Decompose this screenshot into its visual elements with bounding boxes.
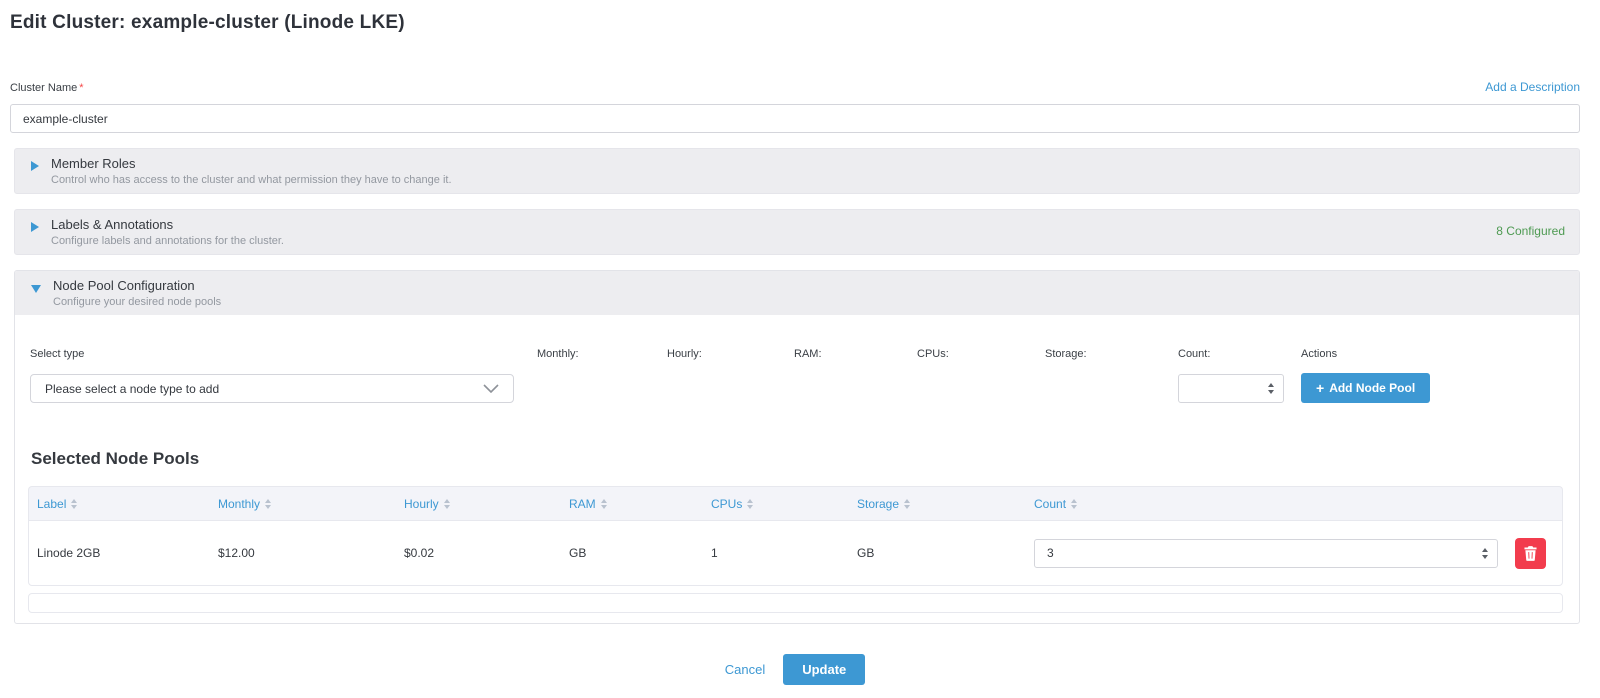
add-node-pool-button[interactable]: + Add Node Pool [1301,373,1430,403]
monthly-column-label: Monthly: [537,348,667,374]
table-header-label[interactable]: Label [29,497,210,511]
expand-triangle-icon [31,222,39,232]
cell-cpus: 1 [703,546,849,560]
update-button[interactable]: Update [783,654,865,685]
cluster-name-label: Cluster Name* [10,82,84,94]
row-count-stepper[interactable] [1480,546,1490,561]
header-label-text: Label [37,497,66,511]
cell-label: Linode 2GB [29,546,210,560]
cell-ram: GB [561,546,703,560]
cell-monthly: $12.00 [210,546,396,560]
cluster-name-label-text: Cluster Name [10,82,77,94]
row-count-value: 3 [1047,546,1054,560]
add-node-pool-button-label: Add Node Pool [1329,381,1415,395]
section-labels-annotations[interactable]: Labels & Annotations Configure labels an… [14,209,1580,255]
select-type-label: Select type [30,348,537,374]
node-pool-configuration-panel: Node Pool Configuration Configure your d… [14,270,1580,624]
table-header-hourly[interactable]: Hourly [396,497,561,511]
header-count-text: Count [1034,497,1066,511]
pool-count-input[interactable] [1178,374,1284,403]
sort-icon [444,499,450,509]
cluster-name-block: Cluster Name* Add a Description [10,80,1580,133]
selected-node-pools-table: Label Monthly Hourly RAM CPUs Storage Co… [28,486,1563,613]
cell-hourly: $0.02 [396,546,561,560]
trash-icon [1524,546,1537,561]
cluster-name-input[interactable] [10,104,1580,133]
header-monthly-text: Monthly [218,497,260,511]
count-stepper[interactable] [1266,381,1276,396]
delete-pool-button[interactable] [1515,538,1546,569]
cpus-column-label: CPUs: [917,348,1045,374]
table-header-count[interactable]: Count [1026,497,1507,511]
plus-icon: + [1316,383,1324,393]
member-roles-title: Member Roles [51,156,452,171]
expand-triangle-icon [31,161,39,171]
collapse-triangle-icon [31,285,41,293]
table-header-storage[interactable]: Storage [849,497,1026,511]
add-description-link[interactable]: Add a Description [1485,80,1580,94]
sort-icon [265,499,271,509]
section-member-roles[interactable]: Member Roles Control who has access to t… [14,148,1580,194]
header-storage-text: Storage [857,497,899,511]
table-header-row: Label Monthly Hourly RAM CPUs Storage Co… [28,486,1563,520]
footer-actions: Cancel Update [10,654,1580,685]
table-footer-strip [28,593,1563,613]
table-header-ram[interactable]: RAM [561,497,703,511]
required-asterisk: * [79,82,83,94]
sort-icon [904,499,910,509]
header-cpus-text: CPUs [711,497,742,511]
sort-icon [1071,499,1077,509]
sort-icon [71,499,77,509]
sort-icon [747,499,753,509]
cancel-button[interactable]: Cancel [725,662,765,677]
table-header-monthly[interactable]: Monthly [210,497,396,511]
storage-column-label: Storage: [1045,348,1178,374]
ram-column-label: RAM: [794,348,917,374]
hourly-column-label: Hourly: [667,348,794,374]
cell-storage: GB [849,546,1026,560]
configured-count-badge: 8 Configured [1496,224,1565,238]
table-header-cpus[interactable]: CPUs [703,497,849,511]
node-type-select[interactable]: Please select a node type to add [30,374,514,403]
section-node-pool-configuration[interactable]: Node Pool Configuration Configure your d… [15,271,1579,315]
node-pool-subtitle: Configure your desired node pools [53,296,221,308]
selected-node-pools-heading: Selected Node Pools [31,449,1579,469]
edit-cluster-page: Edit Cluster: example-cluster (Linode LK… [0,0,1600,685]
node-pool-title: Node Pool Configuration [53,278,221,293]
header-ram-text: RAM [569,497,596,511]
sort-icon [601,499,607,509]
chevron-down-icon [483,384,499,393]
count-column-label: Count: [1178,348,1301,374]
node-type-select-value: Please select a node type to add [45,382,219,396]
labels-annotations-title: Labels & Annotations [51,217,284,232]
page-title: Edit Cluster: example-cluster (Linode LK… [10,12,1580,34]
add-node-pool-form: Select type Monthly: Hourly: RAM: CPUs: … [15,315,1579,403]
labels-annotations-subtitle: Configure labels and annotations for the… [51,235,284,247]
table-row: Linode 2GB $12.00 $0.02 GB 1 GB 3 [28,520,1563,586]
actions-column-label: Actions [1301,348,1579,374]
row-count-input[interactable]: 3 [1034,539,1498,568]
header-hourly-text: Hourly [404,497,439,511]
member-roles-subtitle: Control who has access to the cluster an… [51,174,452,186]
